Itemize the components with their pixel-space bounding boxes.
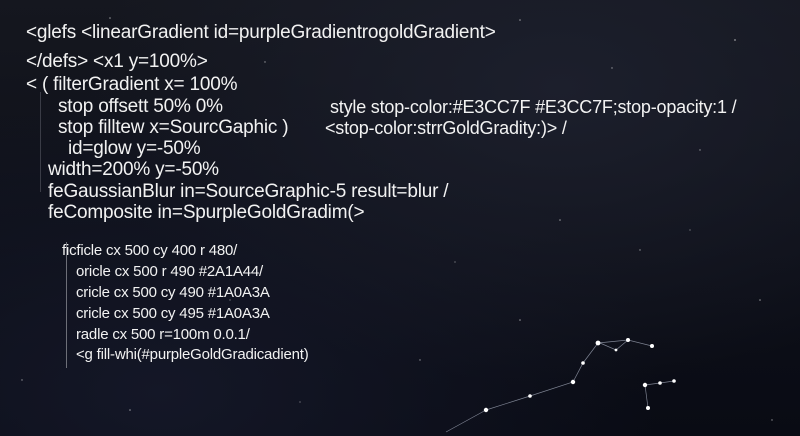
- background-stars: [21, 17, 773, 421]
- starfield-decoration: [21, 17, 773, 433]
- code-canvas: <glefs <linearGradient id=purpleGradient…: [0, 0, 800, 436]
- constellation-lines: [445, 339, 675, 433]
